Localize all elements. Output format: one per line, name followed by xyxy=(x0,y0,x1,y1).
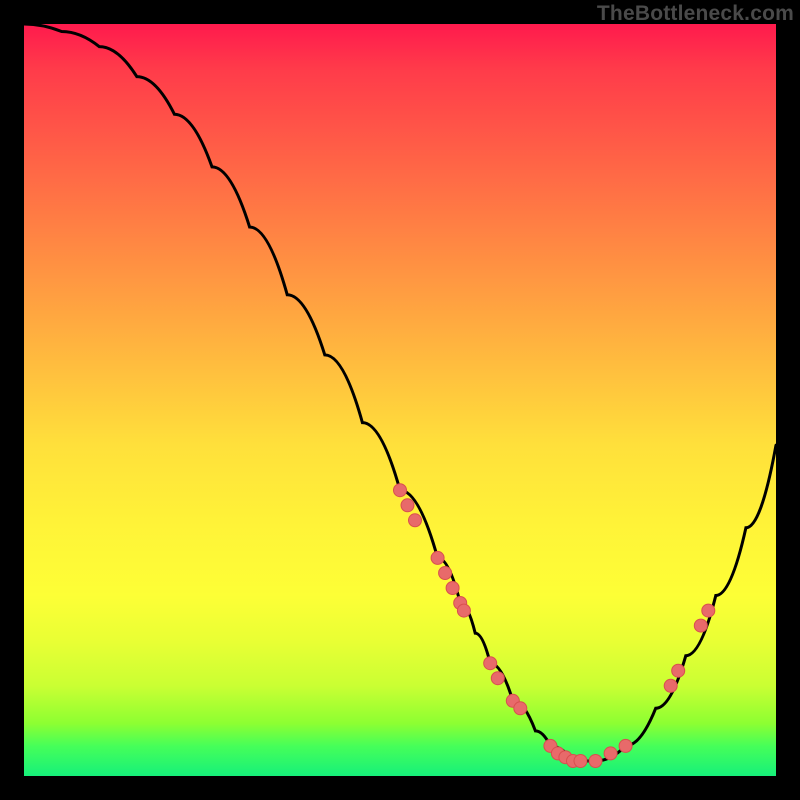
chart-frame xyxy=(24,24,776,776)
gradient-background xyxy=(24,24,776,776)
watermark-text: TheBottleneck.com xyxy=(597,2,794,26)
